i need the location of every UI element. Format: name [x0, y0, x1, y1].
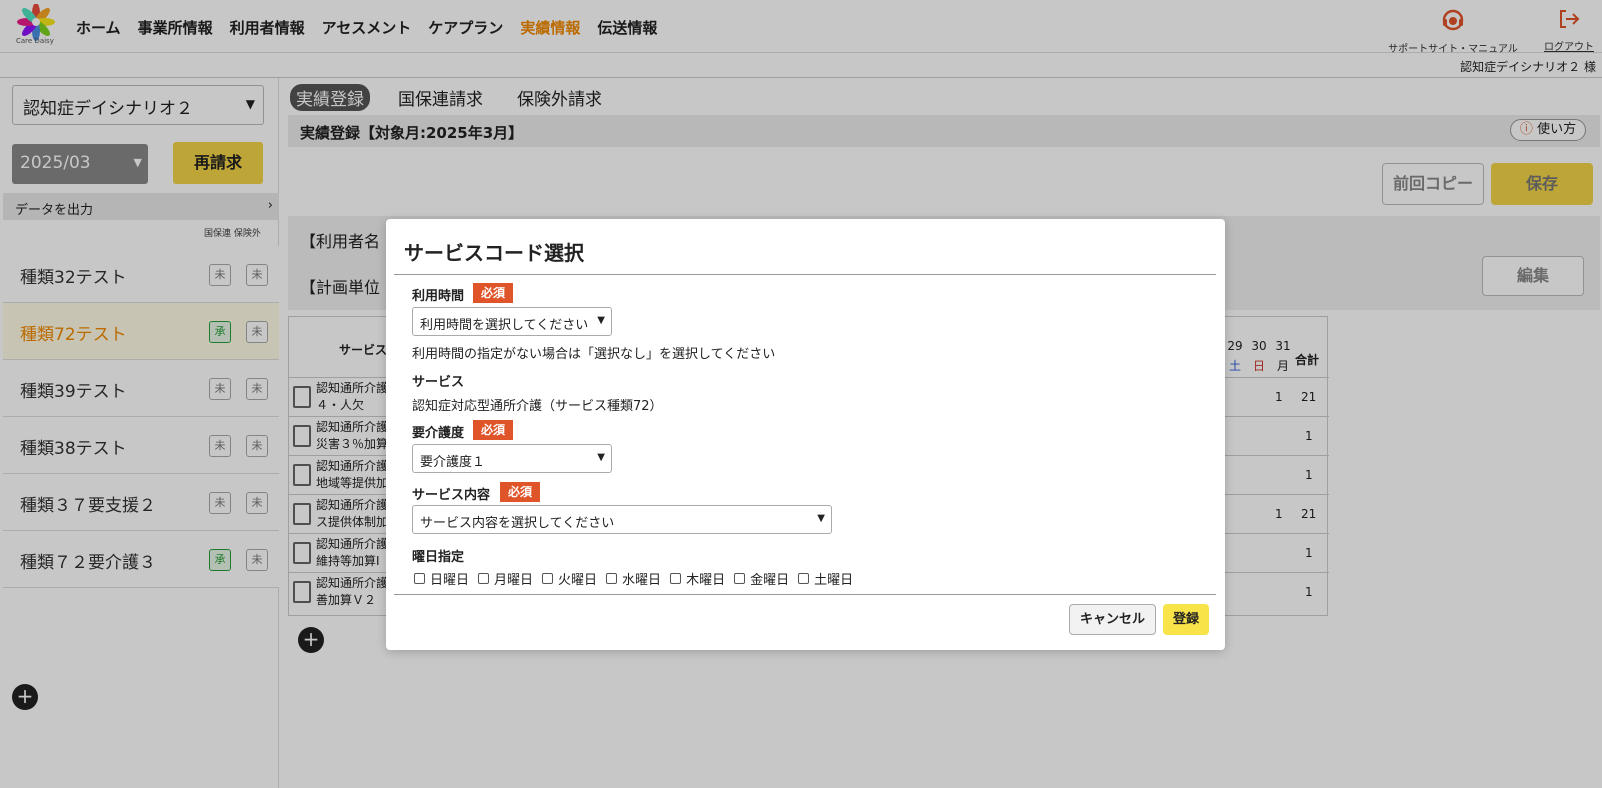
cancel-button[interactable]: キャンセル: [1069, 604, 1156, 635]
register-button[interactable]: 登録: [1163, 604, 1209, 635]
modal-title: サービスコード選択: [404, 241, 584, 265]
weekday-checkboxes: 日曜日 月曜日 火曜日 水曜日 木曜日 金曜日 土曜日: [414, 569, 862, 588]
checkbox[interactable]: [542, 573, 554, 584]
care-level-value: 要介護度１: [420, 455, 486, 470]
usage-time-note: 利用時間の指定がない場合は「選択なし」を選択してください: [412, 347, 776, 362]
service-value: 認知症対応型通所介護（サービス種類72）: [412, 399, 663, 414]
weekday-monday[interactable]: 月曜日: [478, 569, 533, 588]
service-content-label: サービス内容: [412, 488, 491, 503]
required-badge: 必須: [473, 420, 514, 440]
chevron-down-icon: ▼: [597, 452, 605, 463]
weekday-tuesday[interactable]: 火曜日: [542, 569, 597, 588]
service-code-modal: サービスコード選択 利用時間 必須 利用時間を選択してください ▼ 利用時間の指…: [386, 219, 1225, 650]
care-level-select[interactable]: 要介護度１ ▼: [412, 444, 612, 473]
weekday-thursday[interactable]: 木曜日: [670, 569, 725, 588]
care-level-label: 要介護度: [412, 426, 465, 441]
usage-time-select[interactable]: 利用時間を選択してください ▼: [412, 307, 612, 336]
divider: [394, 594, 1216, 595]
service-label: サービス: [412, 375, 465, 390]
weekday-friday[interactable]: 金曜日: [734, 569, 789, 588]
chevron-down-icon: ▼: [597, 315, 605, 326]
chevron-down-icon: ▼: [817, 513, 825, 524]
weekday-wednesday[interactable]: 水曜日: [606, 569, 661, 588]
required-badge: 必須: [473, 283, 514, 303]
checkbox[interactable]: [414, 573, 425, 584]
required-badge: 必須: [500, 482, 541, 502]
service-content-value: サービス内容を選択してください: [420, 516, 615, 531]
checkbox[interactable]: [606, 573, 618, 584]
checkbox[interactable]: [478, 573, 490, 584]
weekday-saturday[interactable]: 土曜日: [798, 569, 853, 588]
usage-time-value: 利用時間を選択してください: [420, 318, 589, 333]
checkbox[interactable]: [670, 573, 682, 584]
weekday-label: 曜日指定: [412, 550, 465, 565]
checkbox[interactable]: [734, 573, 746, 584]
checkbox[interactable]: [798, 573, 810, 584]
service-content-select[interactable]: サービス内容を選択してください ▼: [412, 505, 832, 534]
divider: [394, 274, 1216, 275]
usage-time-label: 利用時間: [412, 289, 465, 304]
weekday-sunday[interactable]: 日曜日: [414, 569, 469, 588]
